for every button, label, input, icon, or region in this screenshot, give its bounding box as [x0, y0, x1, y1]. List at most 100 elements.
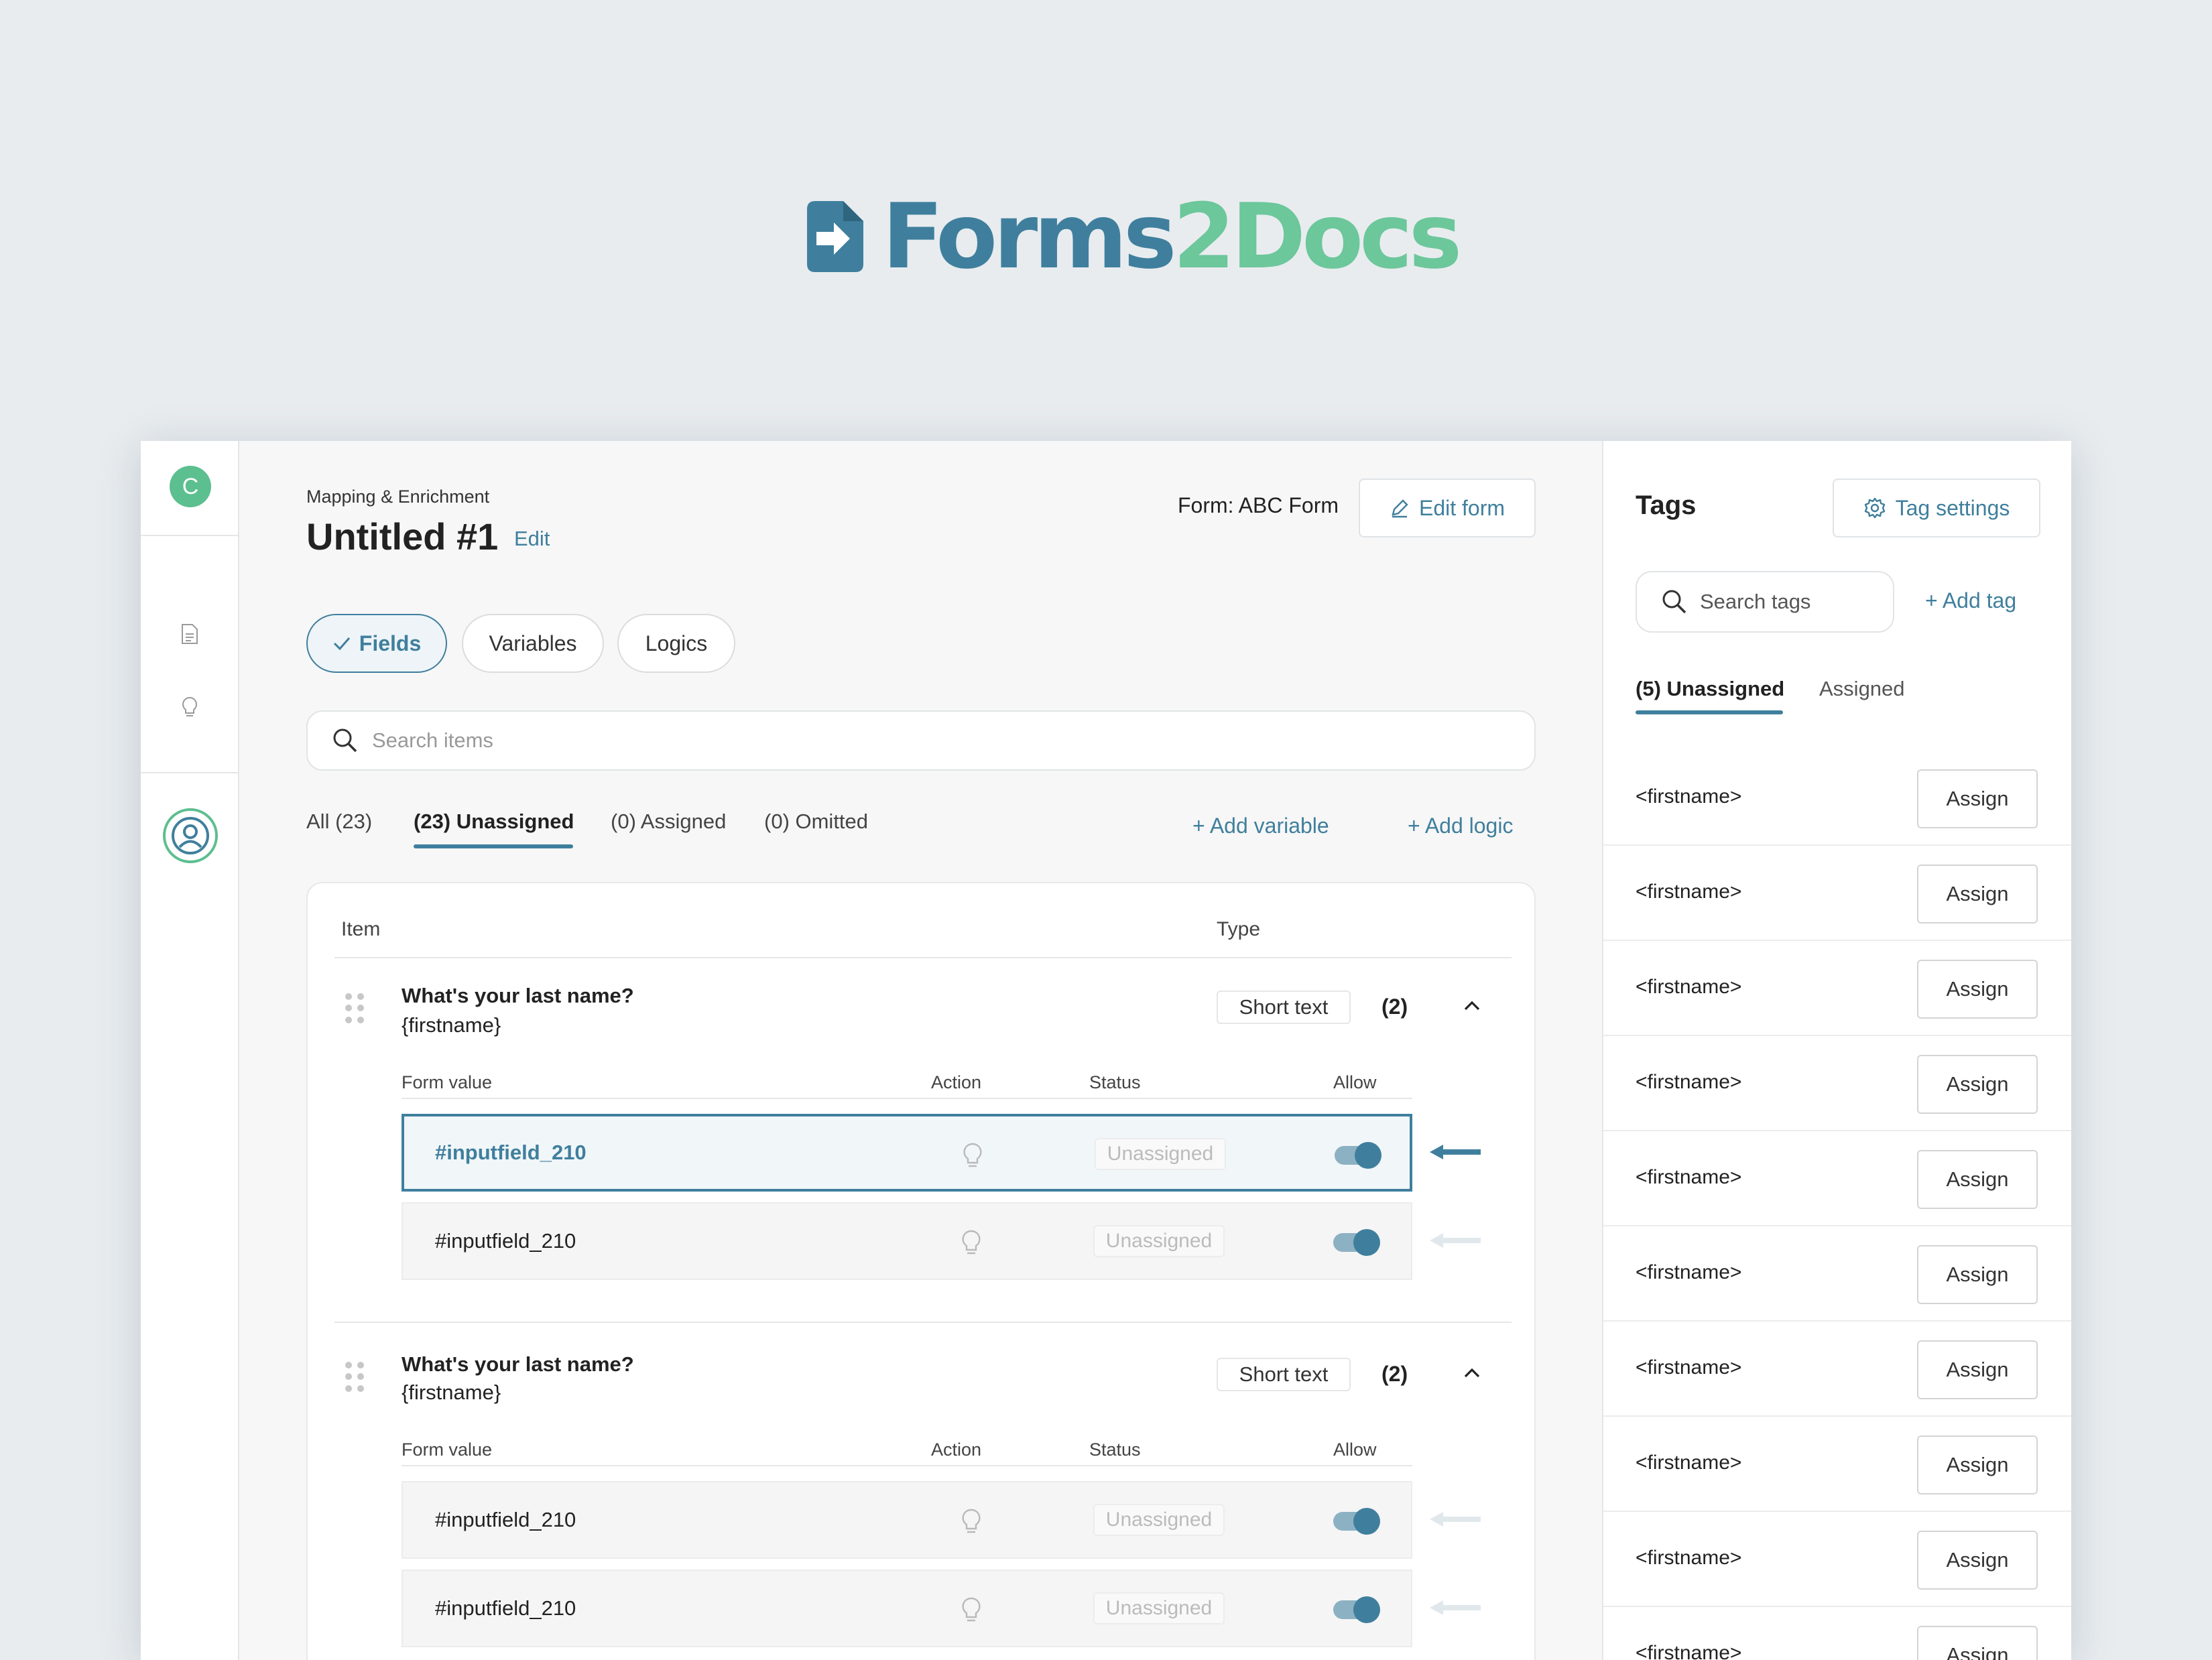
pencil-icon [1392, 499, 1408, 518]
tab-all[interactable]: All (23) [306, 810, 372, 834]
assign-button[interactable]: Assign [1917, 769, 2038, 828]
left-rail: C [141, 441, 239, 1660]
tab-unassigned[interactable]: (23) Unassigned [414, 810, 574, 834]
status-badge: Unassigned [1095, 1138, 1226, 1170]
drag-handle-icon[interactable] [345, 1362, 364, 1393]
main-content: Mapping & Enrichment Untitled #1 Edit Fo… [239, 441, 1743, 1660]
arrow-left-icon [1430, 1145, 1481, 1159]
allow-toggle[interactable] [1333, 1596, 1381, 1623]
row-count: (2) [1381, 1362, 1408, 1386]
brand-name-part2: 2Docs [1172, 184, 1463, 289]
tag-row: <firstname> Assign [1603, 1607, 2071, 1660]
assign-button[interactable]: Assign [1917, 1340, 2038, 1399]
tag-name: <firstname> [1636, 1071, 1742, 1093]
lightbulb-icon[interactable] [961, 1508, 982, 1536]
allow-toggle[interactable] [1333, 1508, 1381, 1535]
assign-button[interactable]: Assign [1917, 1245, 2038, 1304]
subheader-allow: Allow [1333, 1072, 1377, 1092]
form-value-name: #inputfield_210 [435, 1229, 576, 1253]
status-badge: Unassigned [1093, 1592, 1225, 1624]
tag-row: <firstname> Assign [1603, 846, 2071, 941]
tag-row: <firstname> Assign [1603, 941, 2071, 1036]
user-circle-icon[interactable] [163, 808, 218, 863]
add-variable-link[interactable]: + Add variable [1192, 814, 1329, 838]
column-header-item: Item [341, 918, 381, 940]
form-value-row[interactable]: #inputfield_210 Unassigned [402, 1481, 1412, 1559]
arrow-left-icon [1430, 1512, 1481, 1527]
form-value-name: #inputfield_210 [435, 1596, 576, 1620]
form-value-row[interactable]: #inputfield_210 Unassigned [402, 1570, 1412, 1647]
assign-button[interactable]: Assign [1917, 1626, 2038, 1660]
assign-button[interactable]: Assign [1917, 960, 2038, 1019]
add-logic-link[interactable]: + Add logic [1408, 814, 1513, 838]
items-table: Item Type What's your last name? {firstn… [306, 882, 1536, 1660]
lightbulb-icon[interactable] [961, 1596, 982, 1624]
search-items-input[interactable]: Search items [306, 710, 1536, 771]
form-value-row[interactable]: #inputfield_210 Unassigned [402, 1114, 1412, 1192]
lightbulb-icon[interactable] [961, 1229, 982, 1257]
search-placeholder: Search items [372, 728, 493, 752]
subheader-form-value: Form value [402, 1440, 493, 1460]
tags-tab-unassigned[interactable]: (5) Unassigned [1636, 677, 1784, 701]
question-variable: {firstname} [402, 1381, 501, 1404]
subheader-status: Status [1089, 1440, 1141, 1460]
tab-assigned[interactable]: (0) Assigned [611, 810, 726, 834]
assign-button[interactable]: Assign [1917, 1055, 2038, 1114]
breadcrumb[interactable]: Mapping & Enrichment [306, 487, 489, 507]
tag-name: <firstname> [1636, 1642, 1742, 1660]
tag-settings-button[interactable]: Tag settings [1833, 478, 2040, 537]
subheader-action: Action [931, 1440, 982, 1460]
chevron-up-icon[interactable] [1462, 996, 1482, 1016]
type-badge: Short text [1217, 1358, 1351, 1391]
tag-name: <firstname> [1636, 1356, 1742, 1379]
column-header-type: Type [1217, 918, 1261, 940]
subheader-form-value: Form value [402, 1072, 493, 1092]
assign-button[interactable]: Assign [1917, 1435, 2038, 1494]
add-tag-link[interactable]: + Add tag [1925, 588, 2016, 613]
tag-row: <firstname> Assign [1603, 1322, 2071, 1417]
tag-row: <firstname> Assign [1603, 1036, 2071, 1131]
workspace-avatar[interactable]: C [170, 466, 211, 507]
edit-form-button[interactable]: Edit form [1359, 478, 1536, 537]
tag-row: <firstname> Assign [1603, 1131, 2071, 1226]
subheader-status: Status [1089, 1072, 1141, 1092]
segment-logics[interactable]: Logics [617, 614, 735, 673]
assign-button[interactable]: Assign [1917, 865, 2038, 923]
allow-toggle[interactable] [1333, 1229, 1381, 1256]
lightbulb-icon[interactable] [180, 696, 200, 720]
search-tags-input[interactable]: Search tags [1636, 571, 1894, 633]
tag-name: <firstname> [1636, 976, 1742, 998]
edit-form-label: Edit form [1418, 495, 1506, 520]
edit-title-link[interactable]: Edit [514, 527, 550, 551]
tab-omitted[interactable]: (0) Omitted [764, 810, 868, 834]
assign-button[interactable]: Assign [1917, 1531, 2038, 1590]
brand-name: Forms2Docs [882, 192, 1462, 281]
app-window: C Mapping & Enrichment Untitled #1 Edit … [141, 441, 2071, 1660]
lightbulb-icon[interactable] [962, 1142, 983, 1170]
chevron-up-icon[interactable] [1462, 1363, 1482, 1383]
assign-button[interactable]: Assign [1917, 1150, 2038, 1209]
row-count: (2) [1381, 995, 1408, 1019]
form-value-row[interactable]: #inputfield_210 Unassigned [402, 1202, 1412, 1280]
search-icon [1662, 590, 1686, 614]
allow-toggle[interactable] [1335, 1142, 1383, 1169]
tag-name: <firstname> [1636, 1547, 1742, 1569]
tag-name: <firstname> [1636, 1452, 1742, 1474]
question-title: What's your last name? [402, 984, 634, 1007]
subheader-divider [402, 1465, 1412, 1466]
arrow-left-icon [1430, 1600, 1481, 1615]
segment-fields-label: Fields [359, 631, 422, 655]
tags-panel: Tags Tag settings Search tags + Add tag … [1602, 441, 2071, 1660]
segment-variables[interactable]: Variables [462, 614, 604, 673]
tags-tab-assigned[interactable]: Assigned [1819, 677, 1905, 701]
forms2docs-logo-icon [807, 201, 863, 272]
segment-fields[interactable]: Fields [306, 614, 447, 673]
subheader-allow: Allow [1333, 1440, 1377, 1460]
drag-handle-icon[interactable] [345, 993, 364, 1024]
form-label: Form: ABC Form [1178, 493, 1339, 517]
tag-row: <firstname> Assign [1603, 751, 2071, 846]
document-icon[interactable] [180, 622, 200, 646]
tag-name: <firstname> [1636, 1261, 1742, 1283]
segment-logics-label: Logics [645, 631, 708, 655]
brand-logo: Forms2Docs [807, 192, 1462, 281]
